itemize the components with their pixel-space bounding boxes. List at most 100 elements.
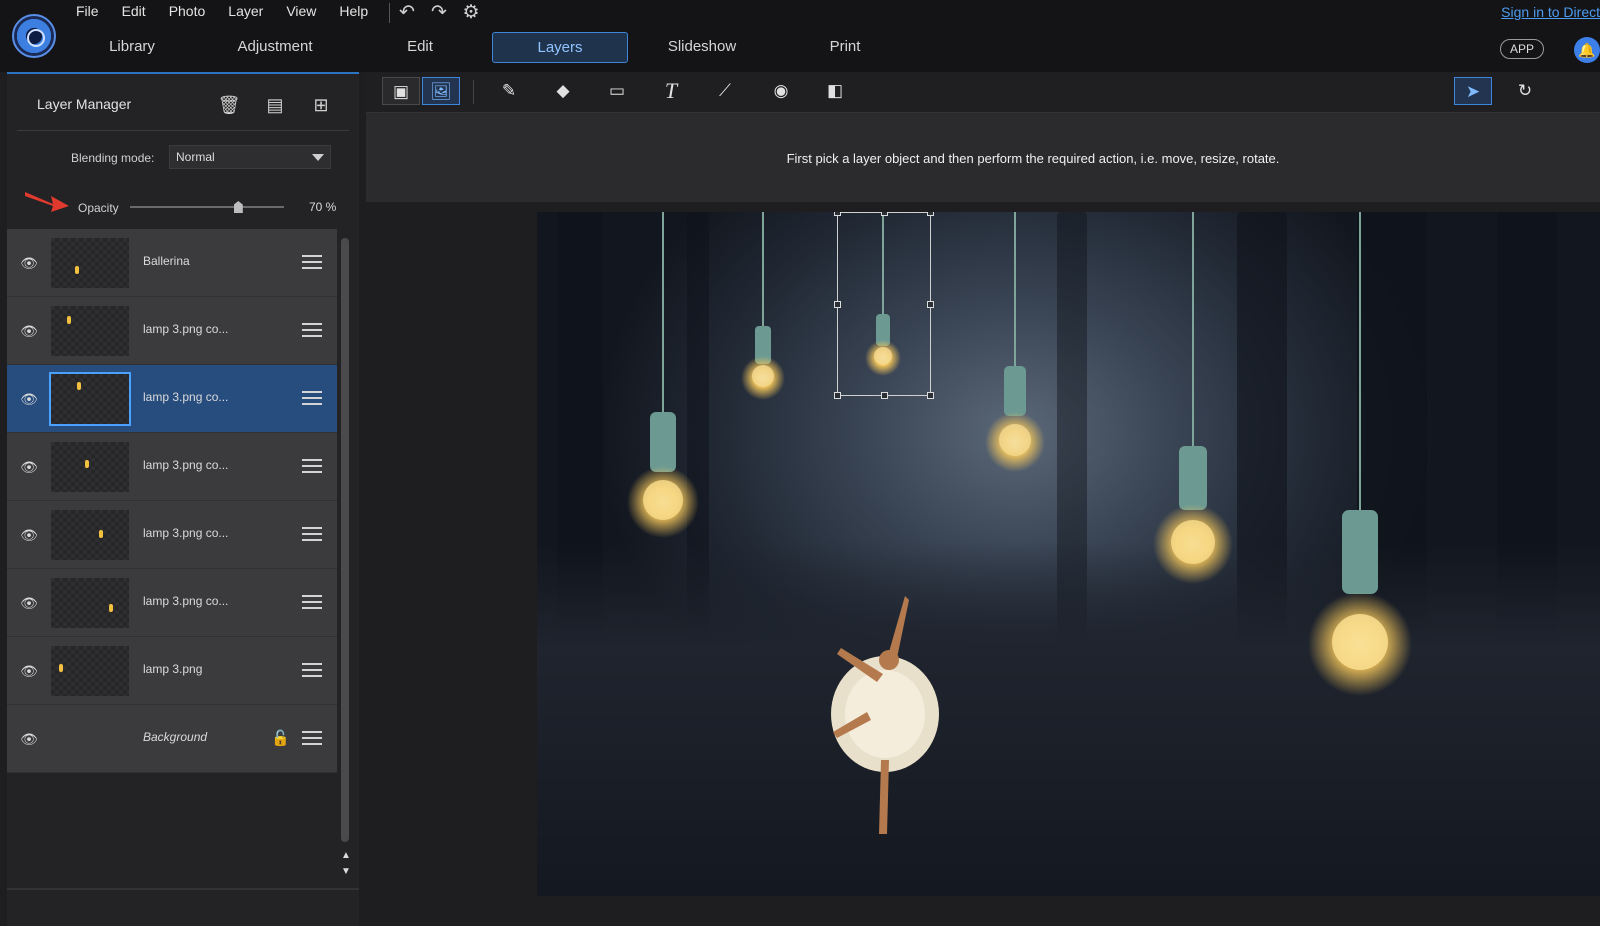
tab-adjustment[interactable]: Adjustment [220, 32, 330, 63]
lamp [1308, 212, 1412, 696]
opacity-slider[interactable] [130, 201, 284, 213]
resize-handle-left[interactable] [834, 301, 841, 308]
menu-file[interactable]: File [76, 3, 114, 19]
lamp [985, 212, 1045, 472]
notification-bell-icon[interactable]: 🔔 [1574, 37, 1600, 63]
scroll-up-arrow-icon[interactable]: ▲ [341, 850, 351, 861]
menu-view[interactable]: View [286, 3, 331, 19]
brush-icon[interactable]: ⟋ [706, 77, 744, 105]
layer-thumbnail-object [85, 460, 89, 468]
delete-layer-trash-icon[interactable]: 🗑 [217, 94, 241, 116]
sign-in-link[interactable]: Sign in to Direct [1501, 4, 1600, 20]
scroll-down-arrow-icon[interactable]: ▼ [341, 866, 351, 877]
visibility-eye-icon[interactable]: 👁 [19, 389, 39, 409]
select-arrow-icon[interactable]: ➤ [1454, 77, 1492, 105]
layer-thumbnail [51, 442, 129, 492]
layer-row[interactable]: 👁 lamp 3.png co... [7, 433, 337, 501]
undo-icon[interactable]: ↶ [396, 2, 418, 24]
tab-slideshow[interactable]: Slideshow [656, 32, 748, 63]
visibility-eye-icon[interactable]: 👁 [19, 525, 39, 545]
visibility-eye-icon[interactable]: 👁 [19, 321, 39, 341]
layer-name: lamp 3.png co... [143, 594, 229, 608]
tool-separator [473, 80, 474, 104]
tab-edit[interactable]: Edit [380, 32, 460, 63]
layer-properties-icon[interactable] [301, 455, 323, 477]
layer-row[interactable]: 👁 lamp 3.png co... [7, 569, 337, 637]
resize-handle-bottom-right[interactable] [927, 392, 934, 399]
layer-properties-icon[interactable] [301, 523, 323, 545]
hint-bar: First pick a layer object and then perfo… [366, 112, 1600, 202]
layer-properties-icon[interactable] [301, 387, 323, 409]
photo-editor-window: File Edit Photo Layer View Help ↶ ↷ ⚙ Si… [0, 0, 1600, 926]
layer-row[interactable]: 👁 Background 🔓 [7, 705, 337, 773]
layer-name: lamp 3.png co... [143, 390, 229, 404]
opacity-slider-handle[interactable] [233, 201, 243, 213]
layer-manager-panel: Layer Manager 🗑 ▤ ⊞ Blending mode: Norma… [7, 72, 359, 926]
layer-thumbnail [51, 646, 129, 696]
layer-row[interactable]: 👁 lamp 3.png co... [7, 365, 337, 433]
layer-row[interactable]: 👁 lamp 3.png co... [7, 297, 337, 365]
visibility-eye-icon[interactable]: 👁 [19, 729, 39, 749]
layer-name: lamp 3.png [143, 662, 203, 676]
resize-handle-top-right[interactable] [927, 212, 934, 216]
layer-list-scrollbar[interactable] [341, 238, 349, 842]
layer-image-tool-icon[interactable]: ▣ [382, 77, 420, 105]
layer-lock-icon[interactable]: 🔓 [271, 729, 290, 747]
photo-layer-tool-icon[interactable]: 🖼 [422, 77, 460, 105]
layer-thumbnail-object [67, 316, 71, 324]
resize-handle-bottom-left[interactable] [834, 392, 841, 399]
visibility-eye-icon[interactable]: 👁 [19, 457, 39, 477]
layer-name: Background [143, 730, 208, 744]
layer-properties-icon[interactable] [301, 251, 323, 273]
panel-actions: 🗑 ▤ ⊞ [217, 94, 333, 116]
layer-properties-icon[interactable] [301, 591, 323, 613]
lamp [1153, 212, 1233, 584]
layer-row[interactable]: 👁 Ballerina [7, 229, 337, 297]
layer-thumbnail [51, 578, 129, 628]
panel-title: Layer Manager [37, 96, 132, 112]
pencil-icon[interactable]: ✎ [490, 77, 528, 105]
visibility-eye-icon[interactable]: 👁 [19, 253, 39, 273]
rectangle-icon[interactable]: ▭ [598, 77, 636, 105]
tab-print[interactable]: Print [800, 32, 890, 63]
blending-mode-value: Normal [176, 150, 215, 164]
layer-properties-icon[interactable] [301, 727, 323, 749]
visibility-eye-icon[interactable]: 👁 [19, 661, 39, 681]
tab-layers[interactable]: Layers [492, 32, 628, 63]
layer-properties-icon[interactable] [301, 319, 323, 341]
menu-edit[interactable]: Edit [122, 3, 161, 19]
menu-photo[interactable]: Photo [169, 3, 221, 19]
layer-row[interactable]: 👁 lamp 3.png [7, 637, 337, 705]
lamp [741, 212, 785, 400]
layer-toolbar: ▣ 🖼 ✎ ◆ ▭ T ⟋ ◉ ◧ ➤ ↻ [366, 72, 1600, 112]
quick-separator [389, 3, 390, 23]
resize-handle-top-left[interactable] [834, 212, 841, 216]
layer-properties-icon[interactable] [301, 659, 323, 681]
visibility-eye-icon[interactable]: 👁 [19, 593, 39, 613]
layer-row[interactable]: 👁 lamp 3.png co... [7, 501, 337, 569]
eraser-icon[interactable]: ◆ [544, 77, 582, 105]
layer-name: Ballerina [143, 254, 190, 268]
divider [17, 130, 349, 131]
fill-bucket-icon[interactable]: ◉ [762, 77, 800, 105]
resize-handle-right[interactable] [927, 301, 934, 308]
text-tool-icon[interactable]: T [652, 77, 690, 105]
menu-layer[interactable]: Layer [228, 3, 278, 19]
red-arrow-annotation-icon [25, 192, 69, 212]
blending-mode-select[interactable]: Normal [169, 145, 331, 169]
app-button[interactable]: APP [1500, 39, 1544, 59]
add-layer-icon[interactable]: ⊞ [309, 94, 333, 116]
redo-icon[interactable]: ↷ [428, 2, 450, 24]
resize-handle-top[interactable] [881, 212, 888, 216]
layer-menu-icon[interactable]: ▤ [263, 94, 287, 116]
gradient-icon[interactable]: ◧ [816, 77, 854, 105]
canvas-photo[interactable] [537, 212, 1600, 896]
layer-thumbnail-object [99, 530, 103, 538]
menu-help[interactable]: Help [339, 3, 383, 19]
selection-bounding-box[interactable] [834, 212, 934, 399]
rotate-icon[interactable]: ↻ [1506, 77, 1544, 105]
settings-gear-icon[interactable]: ⚙ [460, 2, 482, 24]
resize-handle-bottom[interactable] [881, 392, 888, 399]
layer-thumbnail-object [77, 382, 81, 390]
tab-library[interactable]: Library [92, 32, 172, 63]
